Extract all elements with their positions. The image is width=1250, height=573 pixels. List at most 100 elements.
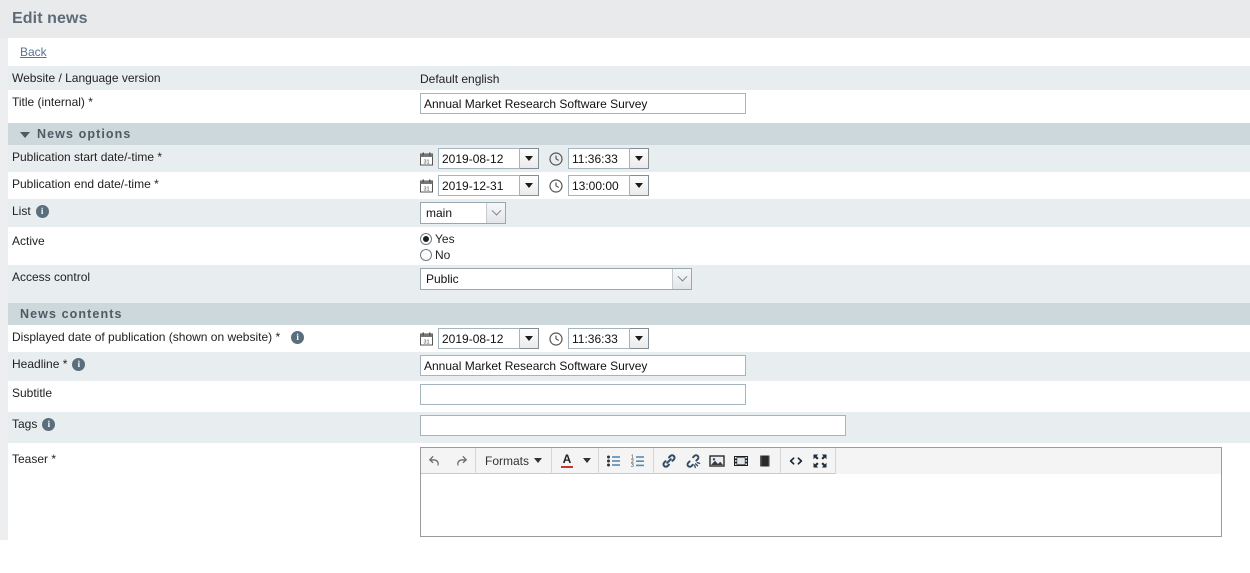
access-control-select-button[interactable]: [672, 269, 691, 289]
label-access-control: Access control: [8, 265, 420, 289]
unlink-icon[interactable]: [681, 450, 705, 472]
radio-selected-icon[interactable]: [420, 233, 432, 245]
clock-icon: [549, 151, 563, 166]
clock-icon: [549, 331, 563, 346]
label-text: Publication end date/-time *: [12, 177, 159, 191]
displayed-date-input[interactable]: [438, 328, 520, 349]
label-subtitle: Subtitle: [8, 381, 420, 405]
publication-end-date-group: [438, 175, 539, 196]
calendar-icon: 31: [420, 152, 433, 166]
row-tags: Tags i: [0, 412, 1250, 443]
field-list: main: [420, 199, 1250, 227]
info-icon[interactable]: i: [291, 330, 305, 344]
label-publication-end: Publication end date/-time *: [8, 172, 420, 196]
publication-end-time-dropdown-button[interactable]: [630, 175, 649, 196]
displayed-time-dropdown-button[interactable]: [630, 328, 649, 349]
field-publication-start: 31: [420, 145, 1250, 172]
text-color-letter: A: [562, 452, 572, 466]
subtitle-input[interactable]: [420, 384, 746, 405]
list-select[interactable]: main: [420, 202, 506, 224]
active-radio-yes-label: Yes: [435, 232, 455, 246]
toolbar-group-formats: Formats: [476, 447, 553, 474]
field-displayed-date: 31: [420, 325, 1250, 352]
row-headline: Headline * i: [0, 352, 1250, 381]
image-icon[interactable]: [705, 450, 729, 472]
undo-icon[interactable]: [424, 450, 448, 472]
chevron-down-icon: [635, 336, 643, 341]
publication-start-time-input[interactable]: [568, 148, 630, 169]
field-tags: [420, 412, 1250, 439]
row-publication-start: Publication start date/-time * 31: [0, 145, 1250, 172]
fullscreen-icon[interactable]: [808, 450, 832, 472]
svg-text:31: 31: [423, 339, 429, 345]
publication-start-date-input[interactable]: [438, 148, 520, 169]
row-website-language: Website / Language version Default engli…: [0, 66, 1250, 90]
text-color-icon[interactable]: A: [555, 450, 579, 472]
toolbar-empty-space: [836, 447, 1221, 474]
list-select-button[interactable]: [486, 203, 505, 223]
info-icon[interactable]: i: [72, 357, 86, 371]
back-link[interactable]: Back: [20, 45, 47, 59]
triangle-down-icon[interactable]: [20, 131, 30, 138]
clock-icon: [549, 178, 563, 193]
publication-start-date-dropdown-button[interactable]: [520, 148, 539, 169]
label-title-internal: Title (internal) *: [8, 90, 420, 114]
media-icon[interactable]: [729, 450, 753, 472]
headline-input[interactable]: [420, 355, 746, 376]
chevron-down-icon: [534, 458, 543, 463]
publication-end-date-dropdown-button[interactable]: [520, 175, 539, 196]
section-header-news-contents[interactable]: News contents: [0, 303, 1250, 325]
formats-dropdown[interactable]: Formats: [479, 450, 548, 472]
website-language-value: Default english: [420, 72, 500, 86]
displayed-time-group: [568, 328, 649, 349]
svg-text:31: 31: [423, 159, 429, 165]
chevron-down-icon: [677, 271, 687, 282]
toolbar-group-insert: [654, 447, 782, 474]
label-teaser: Teaser *: [8, 443, 420, 471]
row-subtitle: Subtitle: [0, 381, 1250, 412]
text-color-dropdown-button[interactable]: [579, 450, 595, 472]
text-color-swatch: [561, 466, 574, 468]
teaser-rich-text-editor: Formats A 1 2 3: [420, 447, 1222, 537]
section-header-news-options[interactable]: News options: [0, 123, 1250, 145]
teaser-editor-body[interactable]: [421, 474, 1221, 536]
publication-end-time-input[interactable]: [568, 175, 630, 196]
displayed-time-input[interactable]: [568, 328, 630, 349]
row-title-internal: Title (internal) *: [0, 90, 1250, 117]
radio-unselected-icon[interactable]: [420, 249, 432, 261]
title-internal-input[interactable]: [420, 93, 746, 114]
info-icon[interactable]: i: [35, 204, 49, 218]
label-text: Subtitle: [12, 386, 53, 400]
label-active: Active: [8, 227, 420, 253]
active-radio-no[interactable]: No: [420, 248, 455, 262]
field-subtitle: [420, 381, 1250, 408]
source-code-icon[interactable]: [784, 450, 808, 472]
field-headline: [420, 352, 1250, 379]
chevron-down-icon: [525, 336, 533, 341]
link-icon[interactable]: [657, 450, 681, 472]
label-text: Displayed date of publication (shown on …: [12, 330, 281, 344]
tags-input[interactable]: [420, 415, 846, 436]
row-list: List i main: [0, 199, 1250, 227]
toolbar-group-lists: 1 2 3: [599, 447, 655, 474]
formats-dropdown-label: Formats: [485, 453, 530, 468]
editor-toolbar: Formats A 1 2 3: [421, 447, 1221, 474]
redo-icon[interactable]: [448, 450, 472, 472]
label-website-language: Website / Language version: [8, 66, 420, 90]
numbered-list-icon[interactable]: 1 2 3: [626, 450, 650, 472]
displayed-date-dropdown-button[interactable]: [520, 328, 539, 349]
section-title: News options: [37, 127, 132, 141]
publication-end-date-input[interactable]: [438, 175, 520, 196]
page-title: Edit news: [12, 10, 88, 27]
spacer: [0, 295, 1250, 303]
info-icon[interactable]: i: [42, 417, 56, 431]
label-text: Access control: [12, 270, 91, 284]
access-control-select[interactable]: Public: [420, 268, 692, 290]
label-text: Active: [12, 234, 45, 248]
book-icon[interactable]: [753, 450, 777, 472]
publication-start-time-dropdown-button[interactable]: [630, 148, 649, 169]
toolbar-group-tools: [781, 447, 837, 474]
active-radio-yes[interactable]: Yes: [420, 232, 455, 246]
bullet-list-icon[interactable]: [602, 450, 626, 472]
label-text: Tags: [12, 417, 38, 431]
